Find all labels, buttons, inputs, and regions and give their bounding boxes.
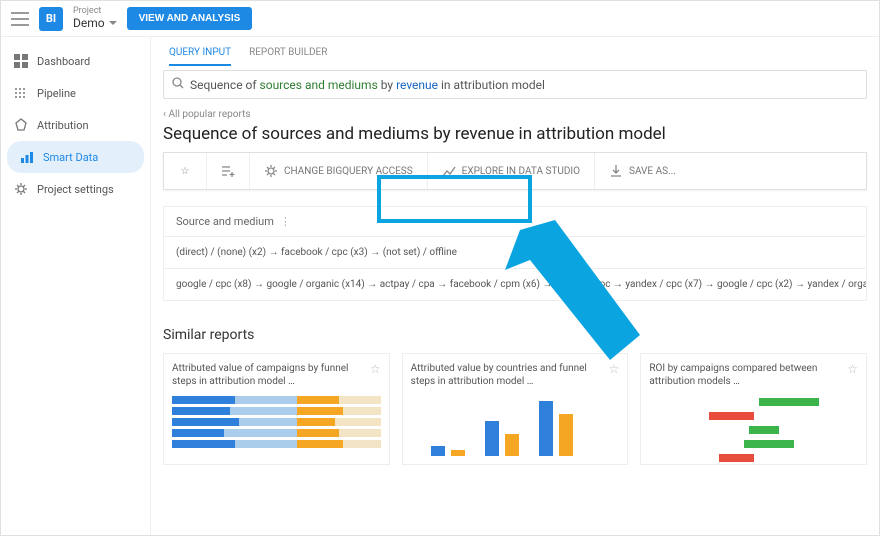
- sidebar-item-attribution[interactable]: Attribution: [1, 109, 150, 141]
- search-icon: [172, 77, 184, 92]
- report-card[interactable]: Attributed value of campaigns by funnel …: [163, 353, 390, 465]
- stacked-bar-chart: [172, 396, 381, 456]
- sidebar-item-label: Smart Data: [43, 151, 98, 164]
- sidebar-item-label: Dashboard: [37, 55, 90, 68]
- sidebar-item-label: Project settings: [37, 183, 114, 196]
- topbar: BI Project Demo VIEW AND ANALYSIS: [1, 1, 879, 37]
- report-card[interactable]: ROI by campaigns compared between attrib…: [640, 353, 867, 465]
- explore-data-studio-button[interactable]: EXPLORE IN DATA STUDIO: [428, 153, 595, 189]
- star-icon[interactable]: ☆: [609, 362, 620, 388]
- favorite-button[interactable]: ☆: [164, 153, 207, 189]
- sidebar-item-dashboard[interactable]: Dashboard: [1, 45, 150, 77]
- sidebar-item-pipeline[interactable]: Pipeline: [1, 77, 150, 109]
- similar-reports-heading: Similar reports: [163, 327, 879, 343]
- smart-data-icon: [19, 149, 35, 165]
- sidebar: Dashboard Pipeline Attribution Smart Dat…: [1, 37, 151, 535]
- change-bigquery-button[interactable]: CHANGE BIGQUERY ACCESS: [250, 153, 428, 189]
- pipeline-icon: [13, 85, 29, 101]
- sidebar-item-label: Pipeline: [37, 87, 76, 100]
- star-icon[interactable]: ☆: [370, 362, 381, 388]
- main-content: QUERY INPUT REPORT BUILDER Sequence of s…: [151, 37, 879, 535]
- sidebar-item-label: Attribution: [37, 119, 89, 132]
- project-selector[interactable]: Project Demo: [73, 7, 117, 30]
- tab-report-builder[interactable]: REPORT BUILDER: [249, 47, 327, 66]
- toolbar: ☆ CHANGE BIGQUERY ACCESS: [163, 152, 867, 190]
- diverging-bar-chart: [649, 396, 858, 456]
- download-icon: [609, 164, 623, 178]
- query-text: Sequence of sources and mediums by reven…: [190, 78, 545, 92]
- list-add-button[interactable]: [207, 153, 250, 189]
- gear-icon: [264, 164, 278, 178]
- menu-icon[interactable]: [11, 12, 29, 26]
- star-icon: ☆: [178, 164, 192, 178]
- gear-icon: [13, 181, 29, 197]
- card-title: Attributed value by countries and funnel…: [411, 362, 603, 388]
- tab-query-input[interactable]: QUERY INPUT: [169, 47, 231, 66]
- page-title: Sequence of sources and mediums by reven…: [163, 124, 879, 144]
- project-name: Demo: [73, 17, 117, 30]
- table-row[interactable]: google / cpc (x8) → google / organic (x1…: [163, 269, 867, 301]
- chart-icon: [442, 164, 456, 178]
- logo[interactable]: BI: [39, 7, 63, 31]
- column-header[interactable]: Source and medium ⋮: [163, 206, 867, 237]
- save-as-button[interactable]: SAVE AS...: [595, 153, 690, 189]
- breadcrumb[interactable]: ‹ All popular reports: [163, 107, 879, 124]
- attribution-icon: [13, 117, 29, 133]
- card-title: ROI by campaigns compared between attrib…: [649, 362, 841, 388]
- chevron-down-icon: [109, 21, 117, 25]
- more-icon[interactable]: ⋮: [280, 215, 291, 228]
- similar-reports-cards: Attributed value of campaigns by funnel …: [163, 353, 867, 465]
- view-and-analysis-button[interactable]: VIEW AND ANALYSIS: [127, 7, 253, 30]
- table-row[interactable]: (direct) / (none) (x2) → facebook / cpc …: [163, 237, 867, 269]
- tabs: QUERY INPUT REPORT BUILDER: [163, 43, 879, 66]
- list-add-icon: [221, 164, 235, 178]
- grouped-bar-chart: [411, 396, 620, 456]
- query-input[interactable]: Sequence of sources and mediums by reven…: [163, 70, 867, 99]
- report-card[interactable]: Attributed value by countries and funnel…: [402, 353, 629, 465]
- sidebar-item-project-settings[interactable]: Project settings: [1, 173, 150, 205]
- star-icon[interactable]: ☆: [847, 362, 858, 388]
- dashboard-icon: [13, 53, 29, 69]
- sidebar-item-smart-data[interactable]: Smart Data: [7, 141, 144, 173]
- card-title: Attributed value of campaigns by funnel …: [172, 362, 364, 388]
